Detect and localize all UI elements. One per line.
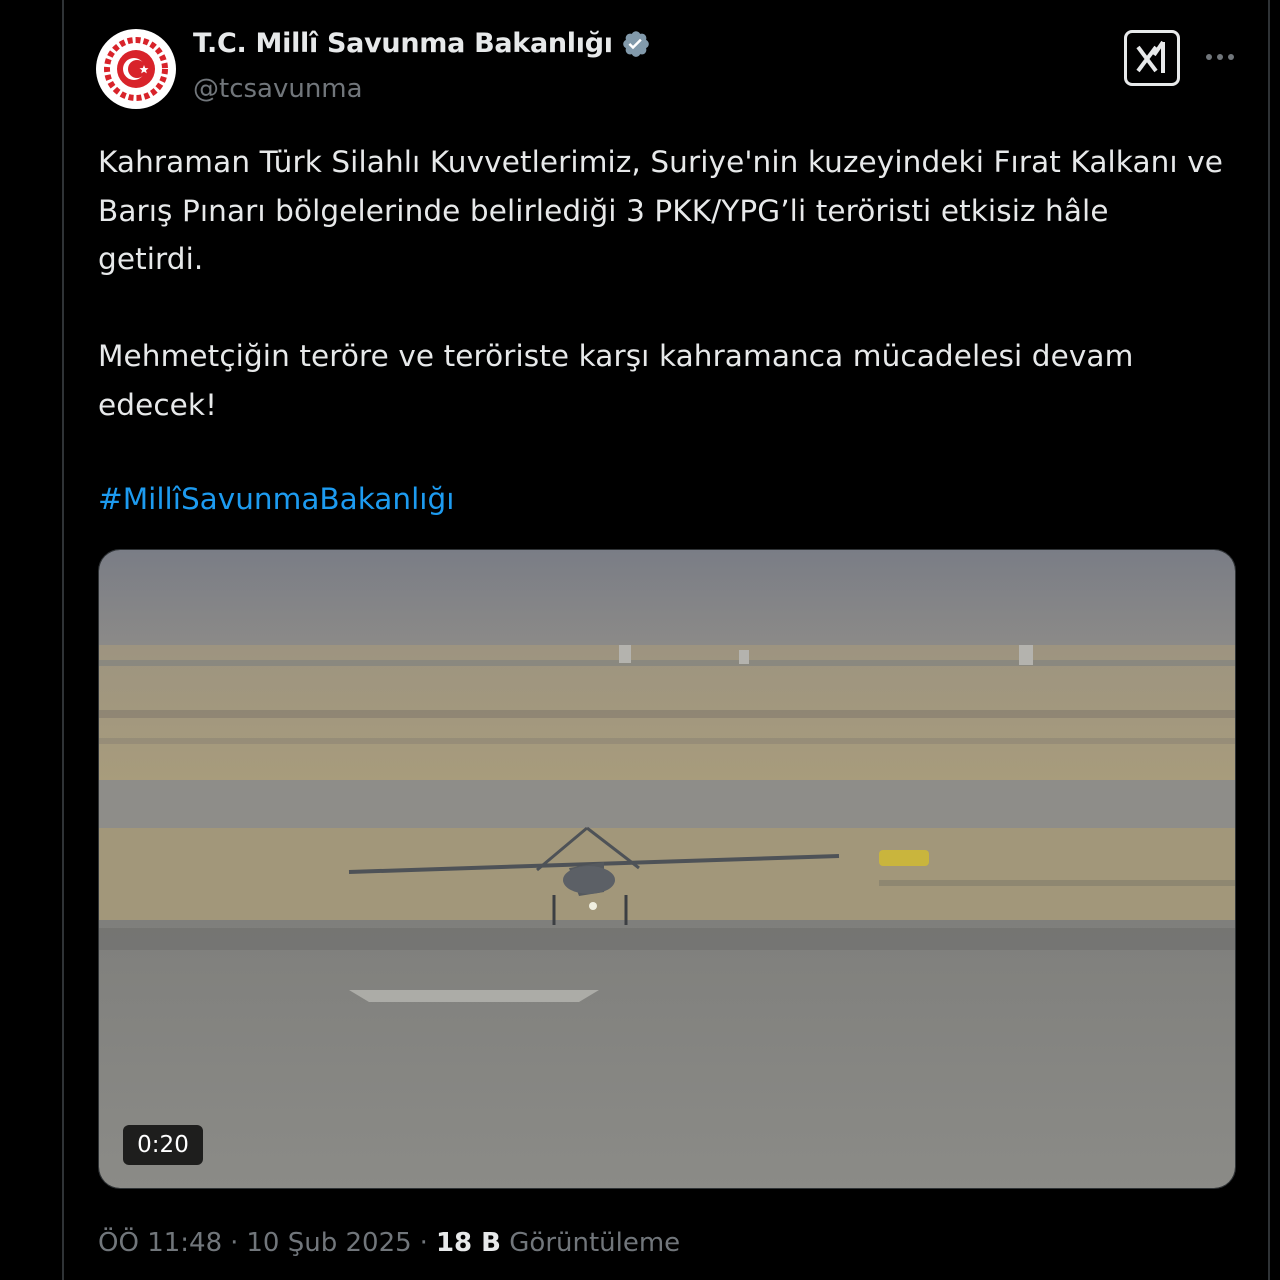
- more-options-button[interactable]: [1200, 40, 1240, 74]
- tweet-date[interactable]: 10 Şub 2025: [246, 1228, 411, 1258]
- meta-separator: ·: [230, 1228, 239, 1258]
- tweet-text: Kahraman Türk Silahlı Kuvvetlerimiz, Sur…: [98, 145, 1224, 422]
- video-thumbnail: [99, 550, 1235, 1188]
- views-count: 18 B: [435, 1228, 501, 1258]
- grok-icon: [1136, 40, 1165, 73]
- meta-separator-2: ·: [419, 1228, 428, 1258]
- more-icon: [1206, 54, 1212, 60]
- video-duration-badge: 0:20: [123, 1125, 203, 1165]
- more-icon-dot: [1217, 54, 1223, 60]
- author-avatar[interactable]: [96, 29, 176, 109]
- author-name-row: T.C. Millî Savunma Bakanlığı: [193, 28, 651, 59]
- more-icon-dot: [1228, 54, 1234, 60]
- author-handle[interactable]: @tcsavunma: [193, 74, 363, 104]
- tweet-meta: ÖÖ 11:48 · 10 Şub 2025 · 18 B Görüntüleme: [98, 1228, 680, 1258]
- column-divider-left: [62, 0, 64, 1280]
- author-display-name[interactable]: T.C. Millî Savunma Bakanlığı: [193, 28, 613, 59]
- column-divider-right: [1268, 0, 1270, 1280]
- video-player[interactable]: [98, 549, 1236, 1189]
- grok-button[interactable]: [1124, 30, 1180, 86]
- hashtag-link[interactable]: #MillîSavunmaBakanlığı: [98, 475, 454, 523]
- views-label: Görüntüleme: [509, 1228, 681, 1258]
- tweet-time[interactable]: ÖÖ 11:48: [98, 1228, 222, 1258]
- verified-badge-icon[interactable]: [621, 29, 651, 59]
- ministry-emblem-icon: [98, 31, 174, 107]
